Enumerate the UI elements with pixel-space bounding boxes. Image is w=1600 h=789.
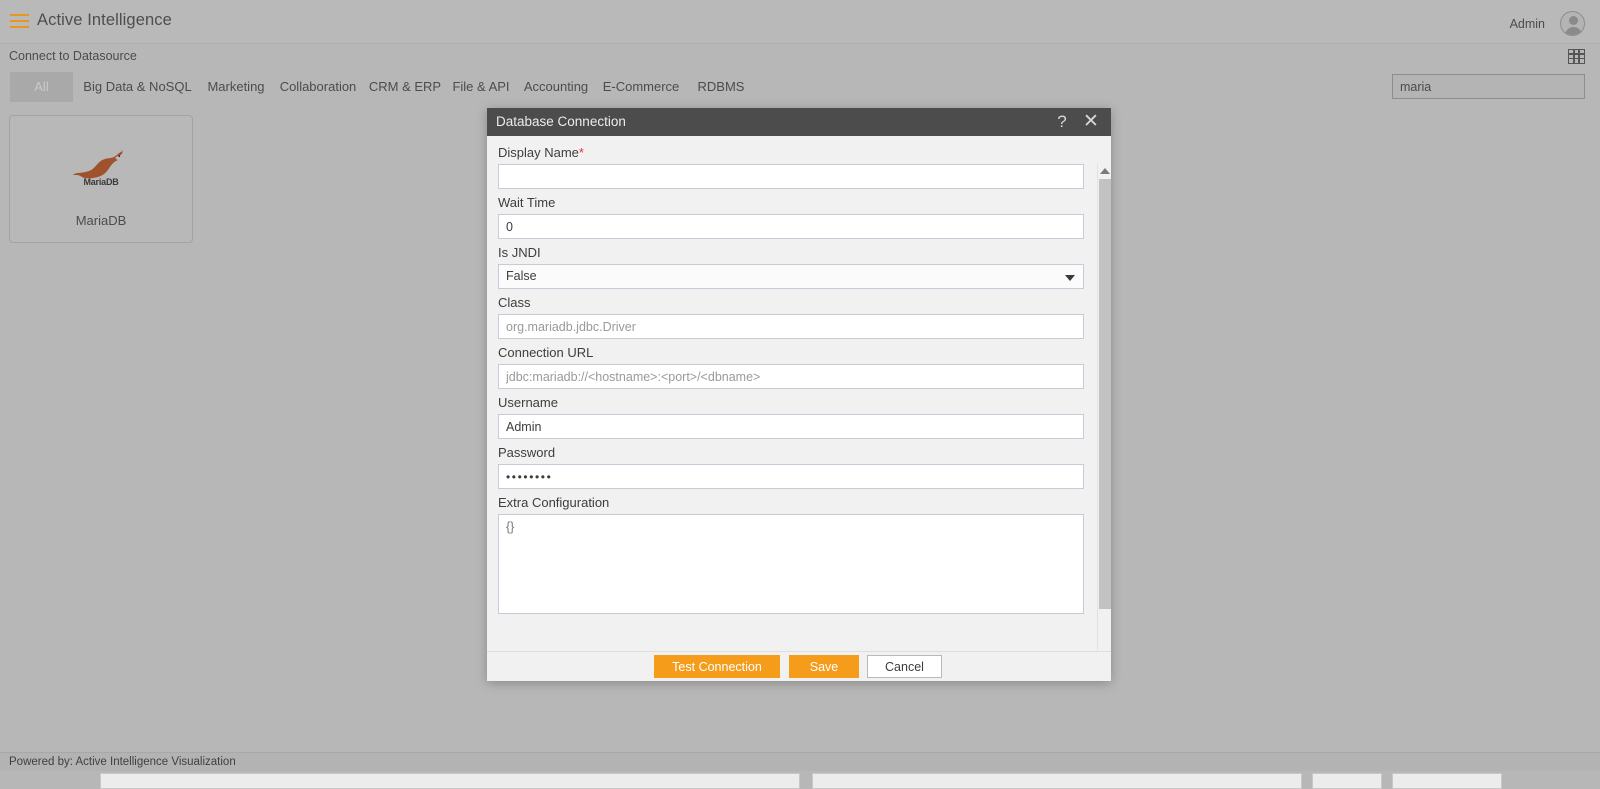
connection-url-input[interactable] <box>498 364 1084 389</box>
field-wait-time: Wait Time <box>498 195 1084 239</box>
page-footer: Powered by: Active Intelligence Visualiz… <box>0 752 1600 771</box>
tab-collaboration[interactable]: Collaboration <box>272 72 364 102</box>
field-label-username: Username <box>498 395 558 410</box>
is-jndi-selected-value: False <box>506 269 537 283</box>
scrollbar-thumb[interactable] <box>1099 179 1111 609</box>
dialog-footer: Test Connection Save Cancel <box>487 651 1111 681</box>
tab-accounting[interactable]: Accounting <box>517 72 595 102</box>
mariadb-seal-logo: MariaDB <box>10 142 192 192</box>
tab-rdbms[interactable]: RDBMS <box>692 72 750 102</box>
app-title: Active Intelligence <box>37 11 172 29</box>
taskbar-window-4[interactable] <box>1392 773 1502 789</box>
field-label-class: Class <box>498 295 531 310</box>
tab-file-api[interactable]: File & API <box>447 72 515 102</box>
taskbar-window-1[interactable] <box>100 773 800 789</box>
password-input[interactable] <box>498 464 1084 489</box>
footer-text: Powered by: Active Intelligence Visualiz… <box>9 756 236 768</box>
datasource-card-mariadb[interactable]: MariaDB MariaDB <box>9 115 193 243</box>
field-display-name: Display Name* <box>498 145 1084 189</box>
taskbar-window-3[interactable] <box>1312 773 1382 789</box>
field-username: Username <box>498 395 1084 439</box>
field-label-wait-time: Wait Time <box>498 195 556 210</box>
cancel-button[interactable]: Cancel <box>867 655 942 678</box>
help-icon[interactable]: ? <box>1051 111 1073 133</box>
username-input[interactable] <box>498 414 1084 439</box>
datasource-card-label: MariaDB <box>75 213 127 228</box>
search-input[interactable] <box>1392 74 1585 99</box>
mariadb-wordmark: MariaDB <box>83 176 119 187</box>
field-label-display-name: Display Name* <box>498 145 584 160</box>
tab-big-data-nosql[interactable]: Big Data & NoSQL <box>80 72 195 102</box>
required-marker: * <box>578 145 584 160</box>
scroll-up-arrow-icon[interactable] <box>1100 168 1110 174</box>
connection-form: Display Name* Wait Time Is JNDI False Cl… <box>487 136 1097 651</box>
taskbar-window-2[interactable] <box>812 773 1302 789</box>
dialog-title: Database Connection <box>496 114 626 129</box>
page-title: Connect to Datasource <box>9 49 137 63</box>
grid-table-icon[interactable] <box>1568 49 1585 64</box>
is-jndi-select[interactable]: False <box>498 264 1084 289</box>
sub-header: Connect to Datasource <box>0 44 1600 72</box>
field-extra-configuration: Extra Configuration {} <box>498 495 1084 614</box>
field-is-jndi: Is JNDI False <box>498 245 1084 289</box>
dialog-body: Display Name* Wait Time Is JNDI False Cl… <box>487 136 1111 651</box>
dialog-scrollbar[interactable] <box>1097 164 1111 651</box>
user-label: Admin <box>1509 17 1545 31</box>
app-root: Active Intelligence Admin Connect to Dat… <box>0 0 1600 789</box>
class-input[interactable] <box>498 314 1084 339</box>
field-class: Class <box>498 295 1084 339</box>
tab-all[interactable]: All <box>10 72 73 102</box>
tab-e-commerce[interactable]: E-Commerce <box>596 72 686 102</box>
tab-crm-erp[interactable]: CRM & ERP <box>365 72 445 102</box>
chevron-down-icon <box>1065 275 1075 281</box>
field-label-connection-url: Connection URL <box>498 345 594 360</box>
wait-time-input[interactable] <box>498 214 1084 239</box>
os-taskbar <box>0 771 1600 789</box>
field-label-password: Password <box>498 445 556 460</box>
save-button[interactable]: Save <box>789 655 859 678</box>
database-connection-dialog: Database Connection ? ✕ Display Name* Wa… <box>487 108 1111 681</box>
extra-configuration-textarea[interactable]: {} <box>498 514 1084 614</box>
field-label-is-jndi: Is JNDI <box>498 245 541 260</box>
display-name-input[interactable] <box>498 164 1084 189</box>
field-password: Password <box>498 445 1084 489</box>
hamburger-menu-icon[interactable] <box>10 14 29 29</box>
field-label-extra-configuration: Extra Configuration <box>498 495 610 510</box>
tab-marketing[interactable]: Marketing <box>200 72 272 102</box>
dialog-title-bar: Database Connection ? ✕ <box>487 108 1111 136</box>
top-bar: Active Intelligence Admin <box>0 0 1600 44</box>
field-connection-url: Connection URL <box>498 345 1084 389</box>
test-connection-button[interactable]: Test Connection <box>654 655 780 678</box>
user-avatar-icon[interactable] <box>1560 11 1585 36</box>
category-tabs: All Big Data & NoSQL Marketing Collabora… <box>0 72 1600 102</box>
close-icon[interactable]: ✕ <box>1080 111 1102 133</box>
